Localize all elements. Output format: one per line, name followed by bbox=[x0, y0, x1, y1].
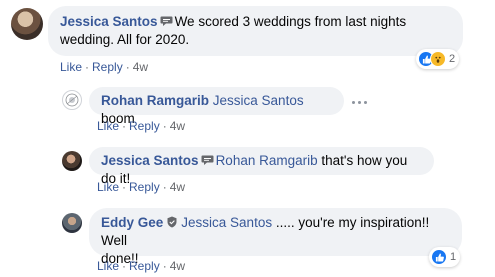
avatar[interactable] bbox=[11, 8, 43, 40]
comment-author[interactable]: Jessica Santos bbox=[60, 14, 158, 29]
reaction-count: 1 bbox=[450, 251, 457, 263]
like-button[interactable]: Like bbox=[97, 180, 119, 194]
separator: · bbox=[85, 60, 90, 74]
comment-bubble: Jessica Santos We scored 3 weddings from … bbox=[48, 6, 463, 56]
comment-author[interactable]: Rohan Ramgarib bbox=[101, 93, 209, 108]
reaction-summary[interactable]: 2 bbox=[416, 49, 460, 69]
shield-icon bbox=[167, 216, 177, 228]
messenger-icon bbox=[201, 155, 214, 165]
timestamp[interactable]: 4w bbox=[170, 259, 185, 273]
comment-bubble: Rohan Ramgarib Jessica Santos boom bbox=[89, 87, 344, 126]
comment-actions: Like · Reply · 4w bbox=[60, 60, 148, 74]
separator: · bbox=[122, 180, 127, 194]
reaction-summary[interactable]: 1 bbox=[429, 247, 461, 267]
separator: · bbox=[162, 259, 167, 273]
separator: · bbox=[162, 119, 167, 133]
reply-button[interactable]: Reply bbox=[92, 60, 123, 74]
timestamp[interactable]: 4w bbox=[170, 119, 185, 133]
separator: · bbox=[162, 180, 167, 194]
reply-button[interactable]: Reply bbox=[129, 119, 160, 133]
messenger-icon bbox=[160, 16, 173, 26]
timestamp[interactable]: 4w bbox=[133, 60, 148, 74]
mention-link[interactable]: Rohan Ramgarib bbox=[216, 153, 318, 168]
like-button[interactable]: Like bbox=[97, 119, 119, 133]
mention-link[interactable]: Jessica Santos bbox=[181, 215, 272, 230]
logo-icon bbox=[65, 93, 79, 107]
separator: · bbox=[122, 259, 127, 273]
comment-actions: Like · Reply · 4w bbox=[97, 119, 185, 133]
comment-actions: Like · Reply · 4w bbox=[97, 259, 185, 273]
comment-bubble: Eddy Gee Jessica Santos ..... you're my i… bbox=[89, 208, 462, 266]
like-button[interactable]: Like bbox=[60, 60, 82, 74]
comment-author[interactable]: Eddy Gee bbox=[101, 215, 163, 230]
wow-icon bbox=[430, 51, 446, 67]
comment-actions: Like · Reply · 4w bbox=[97, 180, 185, 194]
comment-author[interactable]: Jessica Santos bbox=[101, 153, 199, 168]
reaction-count: 2 bbox=[449, 53, 456, 65]
like-button[interactable]: Like bbox=[97, 259, 119, 273]
separator: · bbox=[122, 119, 127, 133]
reply-button[interactable]: Reply bbox=[129, 180, 160, 194]
avatar[interactable] bbox=[62, 90, 82, 110]
reply-button[interactable]: Reply bbox=[129, 259, 160, 273]
separator: · bbox=[125, 60, 130, 74]
avatar[interactable] bbox=[62, 151, 82, 171]
timestamp[interactable]: 4w bbox=[170, 180, 185, 194]
more-options-icon[interactable] bbox=[352, 97, 372, 107]
comment-bubble: Jessica Santos Rohan Ramgarib that's how … bbox=[89, 147, 434, 186]
mention-link[interactable]: Jessica Santos bbox=[213, 93, 304, 108]
like-icon bbox=[431, 249, 447, 265]
avatar[interactable] bbox=[62, 213, 82, 233]
